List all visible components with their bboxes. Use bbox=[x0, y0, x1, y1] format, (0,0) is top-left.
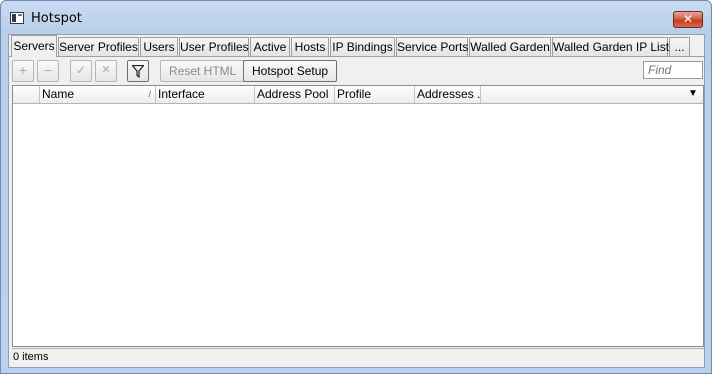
disable-button[interactable]: ✕ bbox=[95, 60, 117, 82]
sort-indicator: / bbox=[148, 89, 151, 99]
hotspot-setup-button[interactable]: Hotspot Setup bbox=[243, 60, 338, 82]
tab-strip: Servers Server Profiles Users User Profi… bbox=[9, 35, 706, 57]
tab-more[interactable]: ... bbox=[669, 37, 690, 56]
tab-active[interactable]: Active bbox=[250, 37, 290, 56]
tab-walled-garden[interactable]: Walled Garden bbox=[469, 37, 551, 56]
tab-service-ports[interactable]: Service Ports bbox=[396, 37, 468, 56]
column-header-flags[interactable] bbox=[13, 86, 40, 103]
column-menu-button[interactable]: ▼ bbox=[683, 86, 703, 103]
window-title: Hotspot bbox=[31, 11, 82, 26]
column-header-name-label: Name bbox=[42, 87, 75, 101]
column-header-name[interactable]: Name / bbox=[40, 86, 156, 103]
tab-server-profiles[interactable]: Server Profiles bbox=[58, 37, 139, 56]
close-button[interactable]: ✕ bbox=[673, 11, 703, 28]
enable-button[interactable]: ✓ bbox=[70, 60, 92, 82]
remove-button[interactable]: − bbox=[37, 60, 59, 82]
column-header-address-pool[interactable]: Address Pool bbox=[255, 86, 335, 103]
add-button[interactable]: + bbox=[12, 60, 34, 82]
tab-hosts[interactable]: Hosts bbox=[291, 37, 329, 56]
tab-servers[interactable]: Servers bbox=[11, 35, 57, 57]
servers-table: Name / Interface Address Pool Profile Ad… bbox=[12, 85, 704, 347]
status-bar: 0 items bbox=[12, 348, 704, 366]
window-app-icon bbox=[10, 12, 24, 24]
item-count: 0 items bbox=[13, 351, 49, 363]
column-header-interface[interactable]: Interface bbox=[156, 86, 255, 103]
client-area: Servers Server Profiles Users User Profi… bbox=[8, 34, 706, 368]
column-header-addresses[interactable]: Addresses ... bbox=[415, 86, 481, 103]
filter-button[interactable] bbox=[127, 60, 149, 82]
title-bar[interactable]: Hotspot ✕ bbox=[1, 1, 711, 35]
tab-users[interactable]: Users bbox=[140, 37, 178, 56]
hotspot-window: Hotspot ✕ Servers Server Profiles Users … bbox=[0, 0, 712, 374]
tab-walled-garden-ip-list[interactable]: Walled Garden IP List bbox=[552, 37, 669, 56]
table-header: Name / Interface Address Pool Profile Ad… bbox=[13, 86, 703, 104]
tab-user-profiles[interactable]: User Profiles bbox=[179, 37, 249, 56]
column-header-profile[interactable]: Profile bbox=[335, 86, 415, 103]
tab-ip-bindings[interactable]: IP Bindings bbox=[330, 37, 395, 56]
find-input[interactable] bbox=[643, 61, 703, 79]
toolbar: + − ✓ ✕ Reset HTML Hotspot Setup bbox=[9, 57, 706, 85]
reset-html-button[interactable]: Reset HTML bbox=[160, 60, 246, 82]
filter-icon bbox=[131, 64, 145, 79]
